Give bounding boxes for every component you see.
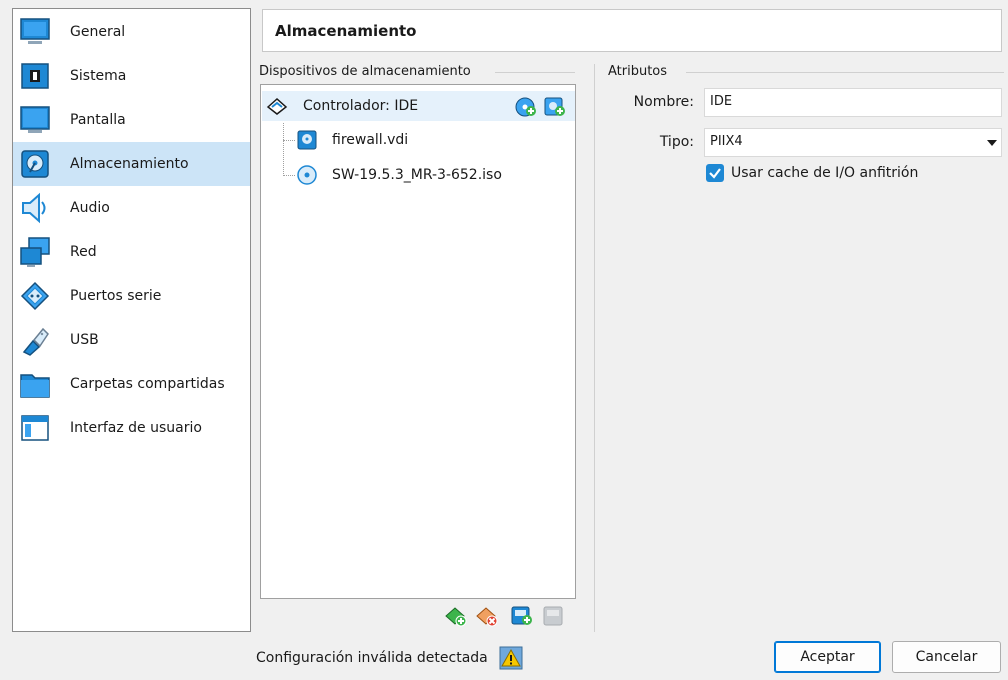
folder-icon <box>20 374 50 398</box>
settings-sidebar: General Sistema Pantalla Almacenamiento <box>12 8 251 632</box>
sidebar-item-label: Interfaz de usuario <box>70 420 202 436</box>
sidebar-item-label: Almacenamiento <box>70 156 189 172</box>
name-input[interactable]: IDE <box>704 88 1002 117</box>
window-icon <box>21 415 49 441</box>
status-text: Configuración inválida detectada <box>256 650 488 666</box>
sidebar-item-audio[interactable]: Audio <box>13 186 250 230</box>
sidebar-item-label: Carpetas compartidas <box>70 376 225 392</box>
chevron-down-icon <box>987 140 997 146</box>
serial-port-icon <box>20 281 50 311</box>
storage-group-divider <box>495 72 575 73</box>
cancel-button[interactable]: Cancelar <box>892 641 1001 673</box>
storage-group-title: Dispositivos de almacenamiento <box>259 64 471 79</box>
hard-disk-icon <box>297 130 317 150</box>
type-select[interactable]: PIIX4 <box>704 128 1002 157</box>
disk-icon <box>21 150 49 178</box>
add-attachment-icon[interactable] <box>511 605 533 627</box>
sidebar-item-usb[interactable]: USB <box>13 318 250 362</box>
checkmark-icon <box>709 168 721 179</box>
display-icon <box>20 106 50 133</box>
sidebar-item-label: Audio <box>70 200 110 216</box>
sidebar-item-carpetas-compartidas[interactable]: Carpetas compartidas <box>13 362 250 406</box>
panel-separator <box>594 64 595 632</box>
sidebar-item-label: Red <box>70 244 97 260</box>
cache-checkbox[interactable] <box>706 164 724 182</box>
add-optical-drive-icon[interactable] <box>515 96 537 118</box>
sidebar-item-almacenamiento[interactable]: Almacenamiento <box>13 142 250 186</box>
chip-icon <box>21 63 49 89</box>
usb-icon <box>22 327 49 356</box>
sidebar-item-label: USB <box>70 332 99 348</box>
sidebar-item-label: Puertos serie <box>70 288 162 304</box>
controller-label: Controlador: IDE <box>303 98 419 114</box>
sidebar-item-pantalla[interactable]: Pantalla <box>13 98 250 142</box>
sidebar-item-puertos-serie[interactable]: Puertos serie <box>13 274 250 318</box>
type-label: Tipo: <box>659 134 694 150</box>
warning-icon[interactable] <box>499 646 523 670</box>
attributes-group-title: Atributos <box>608 64 668 79</box>
optical-disc-icon <box>297 165 317 185</box>
sidebar-item-interfaz-de-usuario[interactable]: Interfaz de usuario <box>13 406 250 450</box>
page-title: Almacenamiento <box>275 22 417 40</box>
accept-button[interactable]: Aceptar <box>774 641 881 673</box>
sidebar-item-label: General <box>70 24 126 40</box>
speaker-icon <box>22 192 46 224</box>
remove-controller-icon[interactable] <box>475 605 499 627</box>
device-label: firewall.vdi <box>332 132 409 148</box>
device-label: SW-19.5.3_MR-3-652.iso <box>332 167 502 183</box>
network-icon <box>20 237 50 267</box>
type-select-value: PIIX4 <box>710 134 743 149</box>
name-label: Nombre: <box>633 94 694 110</box>
attributes-group-divider <box>686 72 1004 73</box>
page-title-box: Almacenamiento <box>262 9 1002 52</box>
sidebar-item-sistema[interactable]: Sistema <box>13 54 250 98</box>
controller-icon <box>266 97 288 115</box>
cache-checkbox-label: Usar cache de I/O anfitrión <box>731 165 919 181</box>
remove-attachment-icon[interactable] <box>543 605 565 627</box>
tree-row-device[interactable]: firewall.vdi <box>262 125 575 155</box>
storage-tree[interactable]: Controlador: IDE firewall.vdi SW-19.5.3_… <box>260 84 576 599</box>
tree-row-controller[interactable]: Controlador: IDE <box>262 91 575 121</box>
tree-row-device[interactable]: SW-19.5.3_MR-3-652.iso <box>262 160 575 190</box>
sidebar-item-general[interactable]: General <box>13 10 250 54</box>
monitor-icon <box>20 18 50 44</box>
add-hard-disk-icon[interactable] <box>544 96 566 118</box>
sidebar-item-label: Sistema <box>70 68 127 84</box>
sidebar-item-label: Pantalla <box>70 112 126 128</box>
sidebar-item-red[interactable]: Red <box>13 230 250 274</box>
add-controller-icon[interactable] <box>444 605 468 627</box>
